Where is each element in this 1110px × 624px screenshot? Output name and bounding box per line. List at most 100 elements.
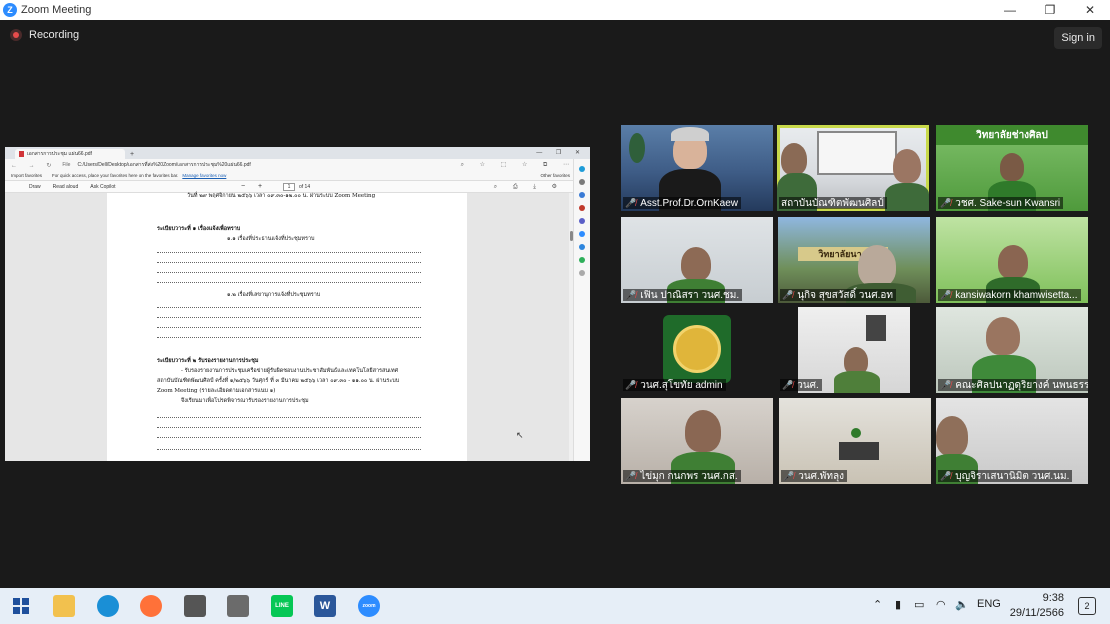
other-favorites-link[interactable]: Other favorites bbox=[540, 173, 570, 178]
edge-sidebar bbox=[573, 159, 590, 461]
browser-toolbar-icons[interactable]: ⌕ ☆ ⬚ ☆ ⧉ ⋯ bbox=[461, 161, 576, 169]
participant-face bbox=[986, 317, 1020, 355]
doc-item-1-1: ๑.๑ เรื่องที่ประธานแจ้งที่ประชุมทราบ bbox=[227, 236, 315, 242]
word-icon[interactable]: W bbox=[314, 595, 336, 617]
back-forward-refresh-icon[interactable]: ← → ↻ bbox=[11, 162, 56, 169]
zoom-icon[interactable]: zoom bbox=[358, 595, 380, 617]
room-furniture bbox=[839, 442, 879, 460]
notification-center-button[interactable]: 2 bbox=[1078, 597, 1096, 615]
start-icon[interactable] bbox=[10, 595, 32, 617]
new-tab-button[interactable]: + bbox=[130, 151, 134, 158]
video-tile[interactable]: วิทยาลัยนาฏ 🎤̸ นุกิจ สุขสวัสดิ์ วนศ.อท bbox=[778, 217, 930, 303]
muted-mic-icon: 🎤̸ bbox=[783, 470, 795, 481]
page-total: of 14 bbox=[299, 184, 311, 190]
toolbox-icon[interactable] bbox=[579, 205, 585, 211]
recording-label: Recording bbox=[29, 29, 80, 41]
browser-tab[interactable]: เอกสารการประชุม แผ่น66.pdf bbox=[15, 149, 125, 159]
participant-name-label: 🎤̸ นุกิจ สุขสวัสดิ์ วนศ.อท bbox=[780, 289, 896, 301]
system-clock[interactable]: 9:38 29/11/2566 bbox=[1010, 591, 1064, 621]
doc-item-1-2: ๑.๒ เรื่องที่เลขานุการแจ้งที่ประชุมทราบ bbox=[227, 292, 321, 298]
video-tile[interactable]: วิทยาลัยช่างศิลป 🎤̸ วชศ. Sake-sun Kwansri bbox=[936, 125, 1088, 211]
wifi-icon[interactable]: ◠ bbox=[936, 598, 946, 611]
video-tile[interactable]: 🎤̸ บุญจิราเสนานิมิต วนศ.นม. bbox=[936, 398, 1088, 484]
participant-name-label: 🎤̸ เฟิน ปาณิสรา วนศ.ชม. bbox=[623, 289, 743, 301]
zoom-out-button[interactable]: − bbox=[241, 183, 245, 190]
web-icon[interactable] bbox=[579, 257, 585, 263]
doc-dotted-line bbox=[157, 282, 421, 283]
muted-mic-icon: 🎤̸ bbox=[940, 289, 952, 300]
outlook-icon[interactable] bbox=[579, 231, 585, 237]
muted-mic-icon: 🎤̸ bbox=[782, 379, 794, 390]
participant-name-label: 🎤̸ ไข่มุก กนกพร วนศ.กส. bbox=[623, 470, 741, 482]
video-tile[interactable]: 🎤̸ คณะศิลปนาฏดุริยางค์ นพนธรรค์ bbox=[936, 307, 1088, 393]
pdf-page: วันที่ ๒๙ พฤศจิกายน ๒๕๖๖ เวลา ๐๙.๓๐-๑๒.๐… bbox=[107, 193, 467, 461]
video-tile[interactable]: 🎤̸ ไข่มุก กนกพร วนศ.กส. bbox=[621, 398, 773, 484]
participant-hair bbox=[671, 127, 709, 141]
drop-icon[interactable] bbox=[579, 244, 585, 250]
institute-logo-icon bbox=[663, 315, 731, 383]
doc-agenda-2: ระเบียบวาระที่ ๒ รับรองรายงานการประชุม bbox=[157, 358, 259, 364]
pdf-toolbar-icons[interactable]: ⌕ ⎙ ⤓ ⚙ bbox=[494, 183, 564, 191]
manage-favorites-link[interactable]: Manage favorites now bbox=[182, 173, 226, 178]
import-favorites-link[interactable]: Import favorites bbox=[11, 173, 42, 178]
doc-dotted-line bbox=[157, 317, 421, 318]
read-aloud-button[interactable]: Read aloud bbox=[53, 184, 79, 190]
participant-face bbox=[781, 143, 807, 175]
doc-para-3: Zoom Meeting (รายละเอียดตามเอกสารแนบ ๑) bbox=[157, 388, 276, 394]
browser-window-controls[interactable]: — ❐ ✕ bbox=[536, 149, 586, 156]
language-indicator[interactable]: ENG bbox=[977, 598, 1001, 610]
video-tile-active-speaker[interactable]: สถาบันบัณฑิตพัฒนศิลป์ bbox=[777, 125, 929, 211]
doc-dotted-line bbox=[157, 437, 421, 438]
file-explorer-icon[interactable] bbox=[53, 595, 75, 617]
battery-icon[interactable]: ▭ bbox=[914, 598, 924, 611]
video-tile[interactable]: 🎤̸ วนศ.สุโขทัย admin bbox=[621, 307, 773, 393]
close-button[interactable]: ✕ bbox=[1070, 0, 1110, 20]
record-icon bbox=[10, 29, 22, 41]
video-tile[interactable]: 🎤̸ kansiwakorn khamwisetta... bbox=[936, 217, 1088, 303]
participant-name-label: 🎤̸ kansiwakorn khamwisetta... bbox=[938, 289, 1081, 301]
doc-dotted-line bbox=[157, 327, 421, 328]
room-window bbox=[817, 131, 897, 175]
video-tile[interactable]: 🎤̸ Asst.Prof.Dr.OrnKaew bbox=[621, 125, 773, 211]
copilot-icon[interactable] bbox=[579, 166, 585, 172]
window-titlebar: Z Zoom Meeting — ❐ ✕ bbox=[0, 0, 1110, 20]
calculator-icon[interactable] bbox=[227, 595, 249, 617]
camera-icon[interactable] bbox=[184, 595, 206, 617]
tag-icon[interactable] bbox=[579, 192, 585, 198]
games-icon[interactable] bbox=[579, 218, 585, 224]
microphone-icon[interactable]: ▮ bbox=[895, 598, 901, 611]
line-icon[interactable]: LINE bbox=[271, 595, 293, 617]
zoom-in-button[interactable]: + bbox=[258, 183, 262, 190]
browser-tab-title: เอกสารการประชุม แผ่น66.pdf bbox=[27, 151, 92, 157]
video-tile[interactable]: 🎤̸ เฟิน ปาณิสรา วนศ.ชม. bbox=[621, 217, 773, 303]
doc-para-1: - รับรองรายงานการประชุมเครือข่ายผู้รับผิ… bbox=[181, 368, 399, 374]
doc-dotted-line bbox=[157, 262, 421, 263]
doc-dotted-line bbox=[157, 252, 421, 253]
participant-name-label: 🎤̸ วนศ.พัทลุง bbox=[781, 470, 847, 482]
pdf-viewer[interactable]: วันที่ ๒๙ พฤศจิกายน ๒๕๖๖ เวลา ๐๙.๓๐-๑๒.๐… bbox=[5, 193, 573, 461]
speaker-icon[interactable]: 🔈 bbox=[955, 598, 969, 611]
draw-button[interactable]: Draw bbox=[29, 184, 41, 190]
participant-name-label: สถาบันบัณฑิตพัฒนศิลป์ bbox=[779, 197, 887, 209]
firefox-icon[interactable] bbox=[140, 595, 162, 617]
edge-icon[interactable] bbox=[97, 595, 119, 617]
ask-copilot-button[interactable]: Ask Copilot bbox=[90, 184, 115, 190]
pdf-icon bbox=[19, 151, 24, 157]
participant-body bbox=[885, 183, 929, 211]
video-tile[interactable]: 🎤̸ วนศ.พัทลุง bbox=[779, 398, 931, 484]
participant-face bbox=[936, 416, 968, 456]
url-field[interactable]: C:/Users/Dell/Desktop/เอกสารที่ส่ง%20Zoo… bbox=[77, 161, 250, 169]
pdf-toolbar: Draw Read aloud Ask Copilot − + 1 of 14 … bbox=[5, 181, 590, 193]
participant-name-label: 🎤̸ Asst.Prof.Dr.OrnKaew bbox=[623, 197, 742, 209]
wall-picture bbox=[866, 315, 886, 341]
video-tile[interactable]: 🎤̸ วนศ. bbox=[778, 307, 930, 393]
recording-indicator[interactable]: Recording bbox=[10, 29, 79, 41]
sign-in-button[interactable]: Sign in bbox=[1054, 27, 1102, 49]
maximize-button[interactable]: ❐ bbox=[1030, 0, 1070, 20]
add-icon[interactable] bbox=[579, 270, 585, 276]
windows-taskbar: LINE W zoom ⌃ ▮ ▭ ◠ 🔈 ENG 9:38 29/11/256… bbox=[0, 588, 1110, 624]
minimize-button[interactable]: — bbox=[990, 0, 1030, 20]
search-icon[interactable] bbox=[579, 179, 585, 185]
page-number-input[interactable]: 1 bbox=[283, 183, 295, 191]
show-hidden-icons-icon[interactable]: ⌃ bbox=[873, 598, 882, 611]
